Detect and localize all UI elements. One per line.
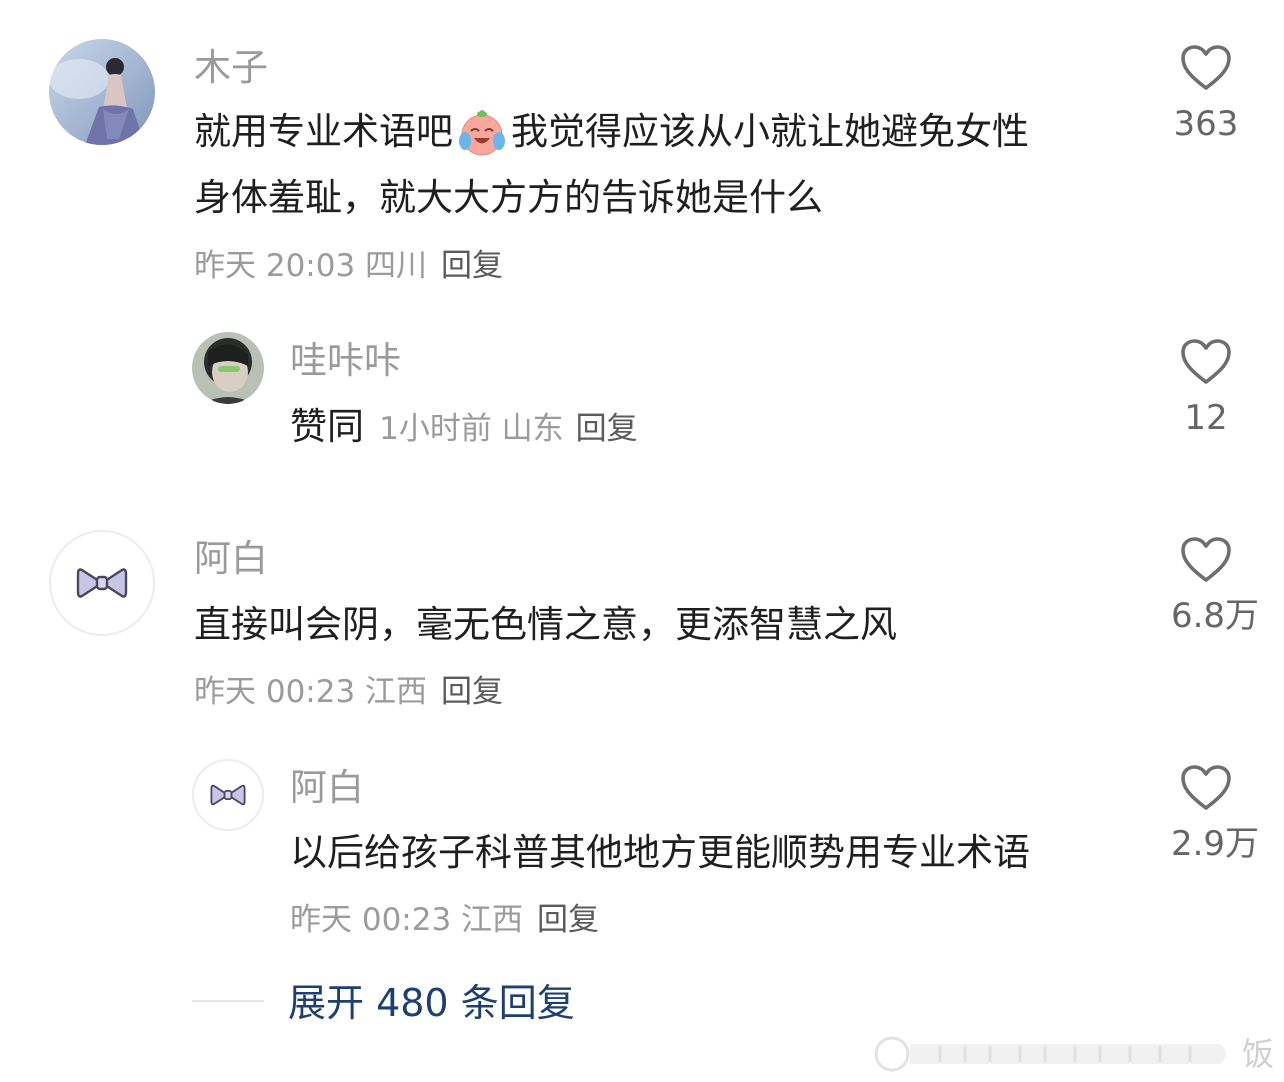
like-button[interactable]: 12 (1146, 338, 1266, 438)
comment-content: 就用专业术语吧 我觉得应该从小就让她避免女性 身体羞耻，就大大方方的告诉她是什么 (194, 99, 1134, 231)
comment-time-location: 昨天 20:03 四川 (194, 248, 428, 284)
like-button[interactable]: 363 (1146, 44, 1266, 144)
reply-text: 以后给孩子科普其他地方更能顺势用专业术语 (290, 831, 1030, 874)
comment-author[interactable]: 阿白 (194, 537, 268, 581)
reply-content-row: 赞同 1小时前 山东 回复 (290, 404, 638, 450)
reply-meta: 昨天 00:23 江西 回复 (290, 900, 599, 940)
reply-button[interactable]: 回复 (537, 902, 599, 938)
reply-text: 赞同 (290, 405, 364, 448)
bow-icon (210, 784, 246, 806)
comment-content: 直接叫会阴，毫无色情之意，更添智慧之风 (194, 603, 897, 646)
reply-button[interactable]: 回复 (441, 248, 503, 284)
avatar[interactable] (49, 39, 155, 145)
heart-outline-icon (1181, 537, 1231, 582)
like-button[interactable]: 2.9万 (1146, 764, 1266, 864)
watermark-text: 饭 (1241, 1035, 1274, 1073)
reply-button[interactable]: 回复 (576, 411, 638, 447)
like-count: 12 (1184, 398, 1228, 438)
like-count: 2.9万 (1170, 824, 1260, 864)
reply-time-location: 昨天 00:23 江西 (290, 902, 524, 938)
expand-divider (192, 1000, 264, 1002)
comment-meta: 昨天 00:23 江西 回复 (194, 672, 503, 712)
avatar[interactable] (49, 530, 155, 636)
bow-icon (76, 568, 128, 598)
watermark: 饭 (870, 1034, 1274, 1074)
reply-author[interactable]: 哇咔咔 (290, 339, 401, 383)
like-count: 363 (1173, 104, 1239, 144)
reply-time-location: 1小时前 山东 (379, 411, 564, 447)
avatar-image (49, 39, 155, 145)
comment-text-line: 身体羞耻，就大大方方的告诉她是什么 (194, 176, 823, 219)
like-button[interactable]: 6.8万 (1146, 536, 1266, 636)
avatar[interactable] (192, 759, 264, 831)
heart-outline-icon (1181, 765, 1231, 810)
avatar-image (192, 332, 264, 404)
comment-text: 我觉得应该从小就让她避免女性 (511, 110, 1029, 153)
reply-author[interactable]: 阿白 (290, 766, 364, 810)
heart-outline-icon (1181, 339, 1231, 384)
watermark-logo (874, 1036, 1226, 1072)
avatar[interactable] (192, 332, 264, 404)
comment-text: 就用专业术语吧 (194, 110, 453, 153)
comment-meta: 昨天 20:03 四川 回复 (194, 246, 503, 286)
like-count: 6.8万 (1170, 596, 1260, 636)
reply-button[interactable]: 回复 (441, 674, 503, 710)
comment-author[interactable]: 木子 (194, 46, 268, 90)
crying-laughing-emoji-icon (455, 105, 509, 159)
heart-outline-icon (1181, 45, 1231, 90)
comment-time-location: 昨天 00:23 江西 (194, 674, 428, 710)
expand-replies-button[interactable]: 展开 480 条回复 (288, 980, 575, 1026)
